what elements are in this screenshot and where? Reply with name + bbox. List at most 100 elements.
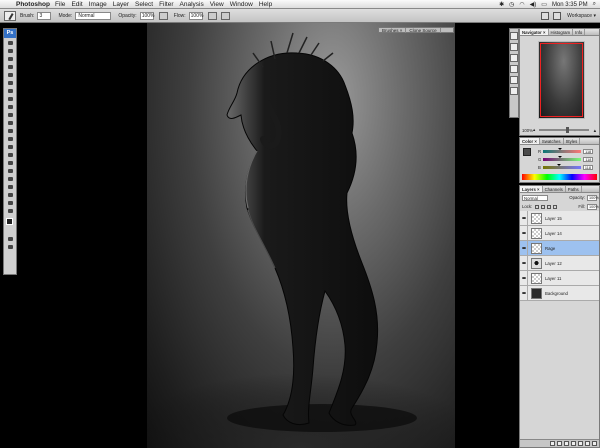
menu-help[interactable]: Help <box>259 1 272 8</box>
layer-style-icon[interactable] <box>557 441 562 446</box>
opacity-field[interactable]: 100% <box>139 11 155 20</box>
time-machine-icon[interactable]: ◷ <box>509 1 514 8</box>
foreground-color-swatch[interactable] <box>6 218 13 225</box>
menu-view[interactable]: View <box>210 1 224 8</box>
eyedropper-tool-icon[interactable] <box>4 79 16 86</box>
menu-file[interactable]: File <box>55 1 65 8</box>
flow-field[interactable]: 100% <box>188 11 203 20</box>
menu-filter[interactable]: Filter <box>159 1 173 8</box>
layer-row-selected[interactable]: Rage <box>520 240 599 256</box>
go-to-bridge-icon[interactable] <box>541 12 550 20</box>
navigator-zoom-value[interactable]: 100% <box>522 128 533 133</box>
color-spectrum-bar[interactable] <box>522 174 597 180</box>
visibility-eye-icon[interactable] <box>520 270 528 286</box>
gradient-tool-icon[interactable] <box>4 127 16 134</box>
palette-well-icon[interactable] <box>553 12 562 20</box>
tab-info[interactable]: Info <box>573 29 586 35</box>
menu-select[interactable]: Select <box>135 1 153 8</box>
zoom-in-icon[interactable]: ▲ <box>593 128 597 133</box>
clone-stamp-tool-icon[interactable] <box>4 103 16 110</box>
tab-styles[interactable]: Styles <box>564 138 581 144</box>
actions-dock-icon[interactable] <box>510 76 518 84</box>
path-select-tool-icon[interactable] <box>4 167 16 174</box>
menu-layer[interactable]: Layer <box>113 1 129 8</box>
new-layer-icon[interactable] <box>585 441 590 446</box>
tablet-size-button[interactable] <box>220 11 230 20</box>
layer-row[interactable]: Background <box>520 285 599 301</box>
menu-analysis[interactable]: Analysis <box>180 1 204 8</box>
tablet-opacity-button[interactable] <box>158 11 168 20</box>
3d-rotate-tool-icon[interactable] <box>4 183 16 190</box>
eraser-tool-icon[interactable] <box>4 119 16 126</box>
navigator-view-box[interactable] <box>540 43 583 117</box>
adjustment-layer-icon[interactable] <box>571 441 576 446</box>
layer-row[interactable]: Layer 15 <box>520 210 599 226</box>
green-slider[interactable] <box>543 155 582 161</box>
zoom-out-icon[interactable]: ▴ <box>533 127 535 133</box>
add-mask-icon[interactable] <box>564 441 569 446</box>
fill-field[interactable]: 100% <box>587 203 599 210</box>
hand-tool-icon[interactable] <box>4 199 16 206</box>
battery-icon[interactable]: ▭ <box>541 1 547 8</box>
menubar-clock[interactable]: Mon 3:35 PM <box>552 2 588 8</box>
visibility-eye-icon[interactable] <box>520 240 528 256</box>
menu-window[interactable]: Window <box>230 1 253 8</box>
visibility-eye-icon[interactable] <box>520 255 528 271</box>
brush-size-picker[interactable]: 3 <box>37 11 52 20</box>
photoshop-logo[interactable]: Ps <box>4 29 16 38</box>
3d-orbit-tool-icon[interactable] <box>4 191 16 198</box>
link-layers-icon[interactable] <box>550 441 555 446</box>
shape-tool-icon[interactable] <box>4 175 16 182</box>
document-canvas[interactable] <box>147 23 455 448</box>
app-menu[interactable]: Photoshop <box>16 1 50 8</box>
crop-tool-icon[interactable] <box>4 71 16 78</box>
marquee-tool-icon[interactable] <box>4 47 16 54</box>
brush-tool-icon[interactable] <box>4 95 16 102</box>
volume-icon[interactable]: ◀) <box>530 1 537 8</box>
blue-value[interactable]: 118 <box>582 164 593 170</box>
info-dock-icon[interactable] <box>510 87 518 95</box>
navigator-thumbnail[interactable] <box>538 41 585 119</box>
menu-edit[interactable]: Edit <box>71 1 82 8</box>
blue-slider[interactable] <box>542 163 581 169</box>
spotlight-icon[interactable]: ⌕ <box>593 1 596 8</box>
healing-brush-tool-icon[interactable] <box>4 87 16 94</box>
zoom-slider[interactable] <box>539 127 589 133</box>
workspace-menu[interactable]: Workspace ▾ <box>567 13 596 19</box>
history-dock-icon[interactable] <box>510 65 518 73</box>
lock-pixels-icon[interactable] <box>541 204 546 209</box>
blur-tool-icon[interactable] <box>4 135 16 142</box>
tab-clone-source[interactable]: Clone Source <box>406 27 441 33</box>
layer-row[interactable]: Layer 14 <box>520 225 599 241</box>
delete-layer-icon[interactable] <box>592 441 597 446</box>
visibility-eye-icon[interactable] <box>520 285 528 301</box>
lock-position-icon[interactable] <box>547 204 552 209</box>
tab-layers[interactable]: Layers × <box>520 186 543 192</box>
mode-dropdown[interactable]: Normal <box>75 11 112 20</box>
tab-histogram[interactable]: Histogram <box>549 29 574 35</box>
type-tool-icon[interactable] <box>4 159 16 166</box>
new-group-icon[interactable] <box>578 441 583 446</box>
tab-paths[interactable]: Paths <box>566 186 582 192</box>
visibility-eye-icon[interactable] <box>520 210 528 226</box>
green-value[interactable]: 118 <box>583 156 594 162</box>
tab-channels[interactable]: Channels <box>543 186 566 192</box>
brushes-dock-icon[interactable] <box>510 32 518 40</box>
menu-image[interactable]: Image <box>89 1 107 8</box>
color-foreground-swatch[interactable] <box>523 148 531 156</box>
zoom-tool-icon[interactable] <box>4 207 16 214</box>
lasso-tool-icon[interactable] <box>4 55 16 62</box>
tab-navigator[interactable]: Navigator × <box>520 29 549 35</box>
tab-brushes[interactable]: Brushes × <box>379 27 407 33</box>
blend-mode-dropdown[interactable]: Normal <box>522 194 548 201</box>
quick-select-tool-icon[interactable] <box>4 63 16 70</box>
red-value[interactable]: 118 <box>583 148 594 154</box>
brush-tool-preset-icon[interactable] <box>4 10 16 21</box>
history-brush-tool-icon[interactable] <box>4 111 16 118</box>
visibility-eye-icon[interactable] <box>520 225 528 241</box>
lock-transparency-icon[interactable] <box>535 204 540 209</box>
tool-presets-dock-icon[interactable] <box>510 54 518 62</box>
red-slider[interactable] <box>543 147 582 153</box>
quick-mask-icon[interactable] <box>4 235 16 242</box>
dodge-tool-icon[interactable] <box>4 143 16 150</box>
